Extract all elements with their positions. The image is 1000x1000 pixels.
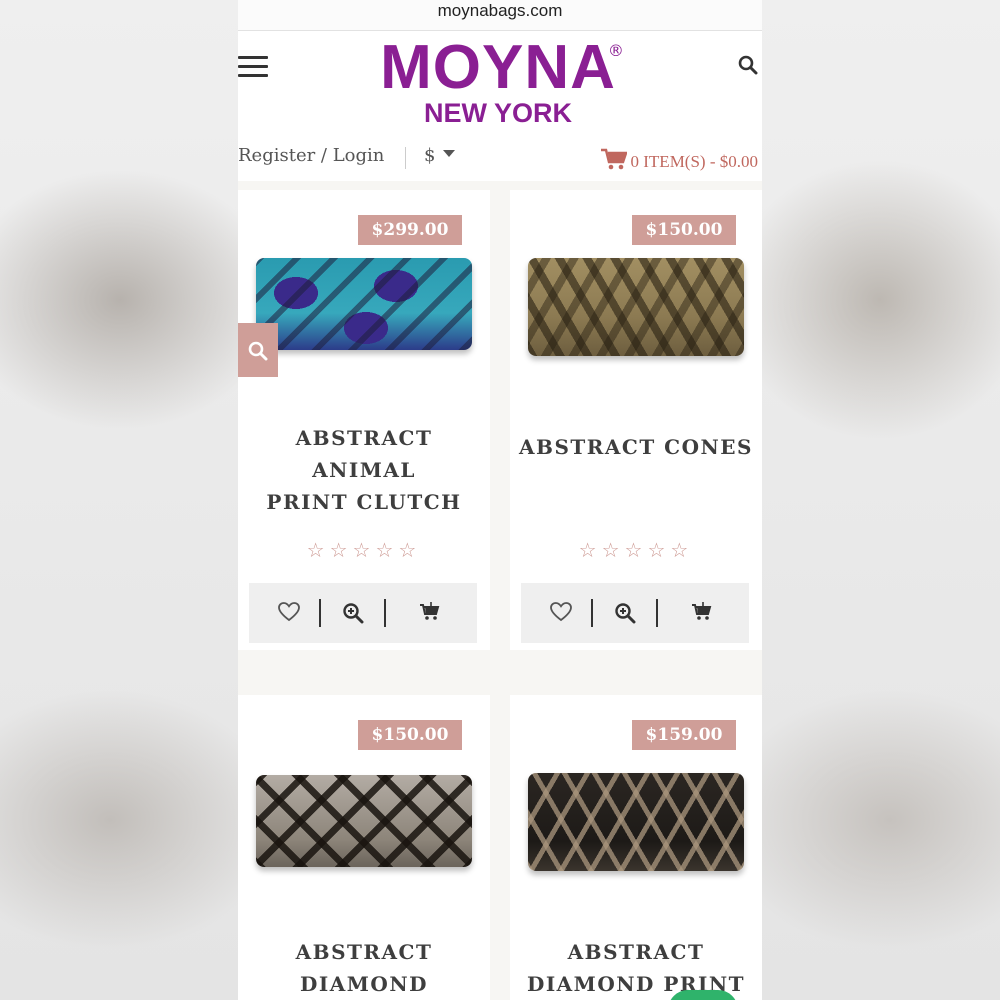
product-card[interactable]: $299.00 ABSTRACT ANIMAL PRINT CLUTCH ☆☆☆…	[238, 190, 490, 650]
logo-registered-mark: ®	[607, 41, 624, 60]
add-to-cart-button[interactable]	[414, 597, 446, 629]
account-row: Register / Login $ 0 ITEM(S) - $0.00	[238, 143, 762, 173]
menu-icon[interactable]	[238, 56, 268, 77]
divider	[405, 147, 406, 169]
price-badge: $150.00	[632, 215, 736, 245]
address-bar[interactable]: moynabags.com	[238, 0, 762, 31]
product-card[interactable]: $150.00 ABSTRACT CONES ☆☆☆☆☆	[510, 190, 762, 650]
action-divider	[319, 599, 321, 627]
cart-add-icon	[420, 602, 440, 620]
product-image[interactable]	[256, 258, 472, 350]
zoom-in-icon	[343, 603, 364, 624]
logo-main-text: MOYNA	[380, 33, 616, 102]
product-card[interactable]: $150.00 ABSTRACT DIAMOND CLUTCH	[238, 695, 490, 1000]
product-name-line: DIAMOND CLUTCH	[300, 972, 428, 996]
product-name-line: ABSTRACT ANIMAL	[295, 426, 433, 482]
zoom-in-icon	[615, 603, 636, 624]
product-image[interactable]	[256, 775, 472, 867]
url-text: moynabags.com	[437, 1, 563, 20]
wishlist-button[interactable]	[273, 597, 305, 629]
product-name-line: ABSTRACT CONES	[519, 435, 753, 459]
price-badge: $159.00	[632, 720, 736, 750]
currency-label: $	[424, 145, 436, 166]
shopping-cart-icon	[600, 148, 628, 170]
product-name[interactable]: ABSTRACT DIAMOND CLUTCH	[244, 936, 484, 1000]
quick-view-button[interactable]	[337, 597, 369, 629]
site-header: MOYNA ® NEW YORK Register / Login $ 0 IT…	[238, 31, 762, 181]
product-name[interactable]: ABSTRACT ANIMAL PRINT CLUTCH	[244, 422, 484, 518]
price-badge: $150.00	[358, 720, 462, 750]
quick-view-button[interactable]	[609, 597, 641, 629]
star-rating: ☆☆☆☆☆	[578, 538, 694, 562]
product-actions	[249, 583, 477, 643]
wishlist-button[interactable]	[545, 597, 577, 629]
star-rating: ☆☆☆☆☆	[306, 538, 422, 562]
cart-summary: 0 ITEM(S) - $0.00	[630, 152, 758, 171]
product-image[interactable]	[528, 258, 744, 356]
action-divider	[656, 599, 658, 627]
register-login-link[interactable]: Register / Login	[238, 145, 384, 166]
product-image[interactable]	[528, 773, 744, 871]
product-card[interactable]: $159.00 ABSTRACT DIAMOND PRINT	[510, 695, 762, 1000]
chat-button[interactable]	[668, 990, 738, 1000]
product-actions	[521, 583, 749, 643]
search-icon	[248, 341, 268, 361]
quick-view-button[interactable]	[238, 323, 278, 377]
add-to-cart-button[interactable]	[686, 597, 718, 629]
product-name-line: ABSTRACT	[567, 940, 705, 964]
cart-add-icon	[692, 602, 712, 620]
mobile-page: moynabags.com MOYNA ® NEW YORK Register …	[238, 0, 762, 1000]
cart-link[interactable]: 0 ITEM(S) - $0.00	[600, 148, 758, 172]
price-badge: $299.00	[358, 215, 462, 245]
currency-selector[interactable]: $	[424, 145, 456, 166]
product-name-line: ABSTRACT	[295, 940, 433, 964]
caret-down-icon	[443, 150, 456, 157]
search-icon[interactable]	[738, 55, 760, 77]
heart-icon	[550, 602, 572, 622]
site-logo[interactable]: MOYNA ® NEW YORK	[348, 33, 648, 128]
action-divider	[384, 599, 386, 627]
product-name-line: PRINT CLUTCH	[266, 490, 462, 514]
logo-sub-text: NEW YORK	[423, 98, 572, 128]
product-name[interactable]: ABSTRACT CONES	[516, 431, 756, 463]
action-divider	[591, 599, 593, 627]
heart-icon	[278, 602, 300, 622]
